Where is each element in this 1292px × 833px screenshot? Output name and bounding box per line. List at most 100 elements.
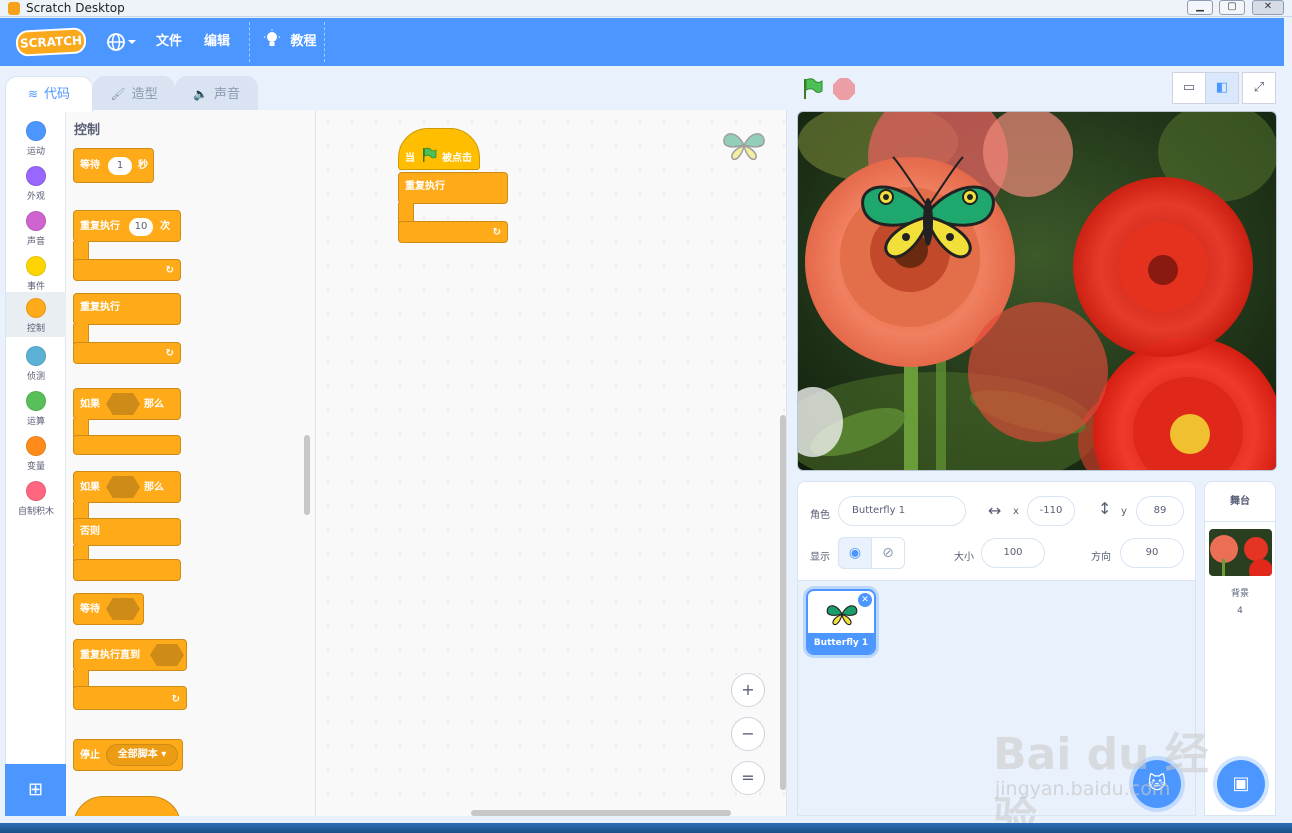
palette-scrollbar[interactable] [304,435,310,515]
x-arrows-icon: ↔ [988,501,1002,520]
stage-backdrop-image [798,112,1276,470]
category-control[interactable]: 控制 [6,292,66,337]
delete-sprite-icon[interactable]: ✕ [858,593,872,607]
wait-seconds-input[interactable]: 1 [108,157,132,175]
zoom-reset-button[interactable]: = [731,761,765,795]
zoom-out-button[interactable]: − [731,717,765,751]
block-stop-label: 停止 [80,750,100,761]
block-if-then[interactable]: 如果 那么 [73,388,181,420]
small-stage-icon: ▭ [1182,80,1196,95]
category-sensing[interactable]: 侦测 [6,340,66,385]
block-repeat-until[interactable]: 重复执行直到 [73,639,187,671]
block-repeat-footer: ↻ [73,259,181,281]
block-wait-until[interactable]: 等待 [73,593,144,625]
size-label: 大小 [954,552,974,563]
code-icon: ≋ [27,87,39,101]
file-menu[interactable]: 文件 [156,18,182,66]
category-motion[interactable]: 运动 [6,115,66,160]
fullscreen-icon: ⤢ [1253,80,1265,95]
minimize-button[interactable]: ▁ [1187,0,1213,15]
tab-code-label: 代码 [44,87,71,102]
close-window-button[interactable]: ✕ [1252,0,1284,15]
block-hat-partial[interactable] [73,796,181,816]
script-forever-block[interactable]: 重复执行 [398,172,508,204]
category-looks[interactable]: 外观 [6,160,66,205]
category-variables[interactable]: 变量 [6,430,66,475]
edit-menu[interactable]: 编辑 [204,18,230,66]
when-flag-clicked-block[interactable]: 当 被点击 [398,128,480,170]
block-if-else[interactable]: 如果 那么 [73,471,181,503]
tab-sounds[interactable]: 🔈 声音 [175,76,258,111]
category-my-blocks[interactable]: 自制积木 [6,475,66,520]
scratch-logo[interactable]: SCRATCH [15,27,87,57]
block-wait-until-label: 等待 [80,604,100,615]
image-plus-icon: ▣ [1232,773,1250,794]
operators-dot [26,391,46,411]
green-flag-button[interactable] [800,77,824,101]
size-input[interactable]: 100 [981,538,1045,568]
control-dot [26,298,46,318]
block-forever[interactable]: 重复执行 [73,293,181,325]
category-sound[interactable]: 声音 [6,205,66,250]
block-if-label: 如果 [80,399,100,410]
palette-heading: 控制 [74,123,101,138]
sound-dot [26,211,46,231]
workspace-vertical-scrollbar[interactable] [780,415,786,790]
stop-button[interactable] [833,78,855,100]
window-titlebar: Scratch Desktop ▁ ▢ ✕ [0,0,1292,17]
fullscreen-button[interactable]: ⤢ [1242,72,1276,104]
sprite-tile[interactable]: ✕ Butterfly 1 [806,589,876,655]
backdrop-count: 4 [1237,606,1243,616]
language-menu[interactable] [106,18,136,66]
workspace-horizontal-scrollbar[interactable] [471,810,731,816]
category-operators[interactable]: 运算 [6,385,66,430]
choose-sprite-button[interactable]: 🐱 [1133,760,1181,808]
category-events[interactable]: 事件 [6,250,66,295]
eye-icon: ◉ [848,545,862,561]
block-if-else-if-label: 如果 [80,482,100,493]
events-dot [26,256,46,276]
add-extension-button[interactable]: ⊞ [5,764,66,816]
hat-when-label: 当 [405,153,415,164]
condition-slot[interactable] [106,598,140,620]
direction-label: 方向 [1091,552,1111,563]
choose-backdrop-button[interactable]: ▣ [1217,760,1265,808]
condition-slot[interactable] [106,476,140,498]
show-sprite-button[interactable]: ◉ [838,537,872,569]
script-forever-label: 重复执行 [405,181,445,192]
maximize-button[interactable]: ▢ [1219,0,1245,15]
zoom-in-button[interactable]: + [731,673,765,707]
category-menu: 运动 外观 声音 事件 控制 侦测 运算 变量 自制积木 [5,110,66,816]
block-wait-label: 等待 [80,160,100,171]
stop-option-value: 全部脚本 [117,749,158,760]
condition-slot[interactable] [106,393,140,415]
large-stage-button[interactable]: ◧ [1205,72,1239,104]
tab-code[interactable]: ≋ 代码 [5,76,93,112]
large-stage-icon: ◧ [1215,80,1229,95]
sprite-info-panel: 角色 Butterfly 1 ↔ x -110 ↕ y 89 显示 ◉ ⊘ 大小… [797,481,1196,581]
tutorials-menu[interactable]: 教程 [262,18,317,66]
small-stage-button[interactable]: ▭ [1172,72,1206,104]
tab-costumes[interactable]: 🖌 造型 [93,76,175,111]
block-else-row: 否则 [73,518,181,546]
hide-sprite-button[interactable]: ⊘ [871,537,905,569]
script-workspace[interactable]: 当 被点击 重复执行 ↻ + − = [316,110,787,816]
block-else-label: 否则 [80,526,100,537]
block-if-else-footer [73,559,181,581]
zoom-reset-icon: = [741,768,755,787]
y-position-input[interactable]: 89 [1136,496,1184,526]
condition-slot[interactable] [150,644,184,666]
menu-separator [249,22,250,62]
block-repeat[interactable]: 重复执行 10 次 [73,210,181,242]
stop-option-dropdown[interactable]: 全部脚本 ▾ [106,744,178,766]
direction-input[interactable]: 90 [1120,538,1184,568]
stage-canvas[interactable] [797,111,1277,471]
script-forever-footer: ↻ [398,221,508,243]
block-stop[interactable]: 停止 全部脚本 ▾ [73,739,183,771]
block-wait[interactable]: 等待 1 秒 [73,148,154,183]
app-icon [8,2,20,15]
x-position-input[interactable]: -110 [1027,496,1075,526]
sprite-name-input[interactable]: Butterfly 1 [838,496,966,526]
green-flag-icon [423,147,437,162]
repeat-count-input[interactable]: 10 [129,218,153,236]
